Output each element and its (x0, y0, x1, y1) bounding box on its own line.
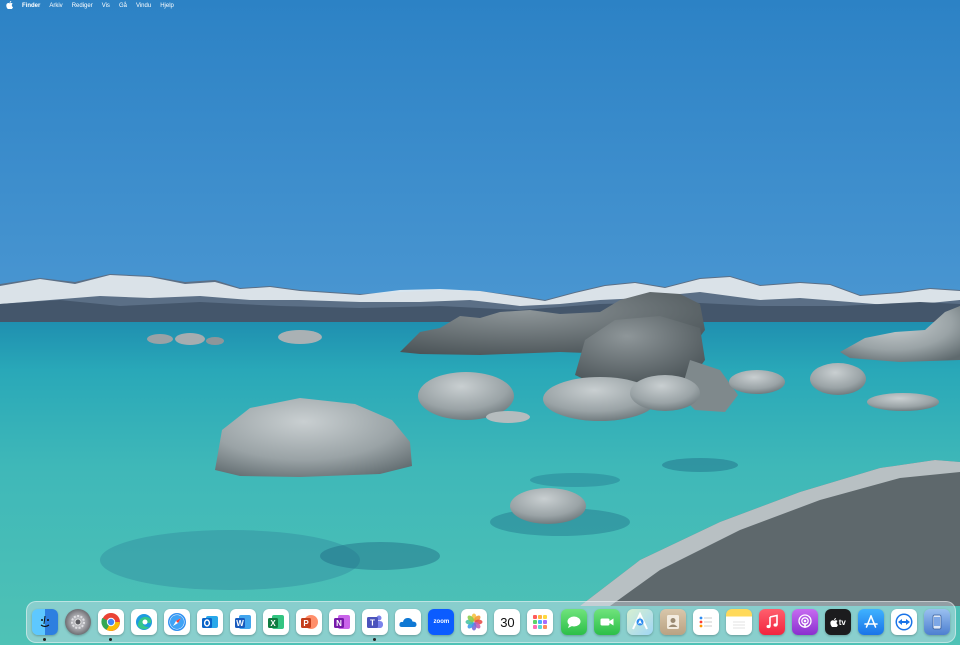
menu-item-vindu[interactable]: Vindu (136, 3, 151, 9)
apple-tv-icon[interactable]: tv (824, 609, 851, 635)
powerpoint-icon[interactable]: P (296, 609, 323, 635)
reminders-icon[interactable] (692, 609, 719, 635)
finder-icon[interactable] (32, 609, 58, 641)
contacts-icon[interactable] (659, 609, 686, 635)
desktop-wallpaper (0, 0, 960, 645)
apple-logo-icon[interactable] (6, 0, 13, 11)
zoom-icon[interactable]: zoom (428, 609, 455, 635)
menu-bar: Finder Arkiv Rediger Vis Gå Vindu Hjelp (0, 0, 960, 11)
teamviewer-icon[interactable] (890, 609, 917, 635)
photos-icon[interactable] (461, 609, 488, 635)
menu-item-vis[interactable]: Vis (102, 3, 110, 9)
teams-icon[interactable]: T (362, 609, 389, 641)
menu-item-ga[interactable]: Gå (119, 3, 127, 9)
podcasts-icon[interactable] (791, 609, 818, 635)
simulator-icon[interactable] (923, 609, 950, 635)
menu-app-name[interactable]: Finder (22, 3, 40, 9)
onedrive-icon[interactable] (395, 609, 422, 635)
chrome-icon[interactable] (98, 609, 125, 641)
dock: W X P N T zoom 30 tv (26, 601, 956, 643)
edge-icon[interactable] (131, 609, 158, 635)
facetime-icon[interactable] (593, 609, 620, 635)
menu-item-rediger[interactable]: Rediger (72, 3, 93, 9)
menu-item-arkiv[interactable]: Arkiv (49, 3, 62, 9)
onenote-icon[interactable]: N (329, 609, 356, 635)
outlook-icon[interactable] (197, 609, 224, 635)
music-icon[interactable] (758, 609, 785, 635)
excel-icon[interactable]: X (263, 609, 290, 635)
app-store-icon[interactable] (857, 609, 884, 635)
svg-text:W: W (236, 619, 244, 628)
maps-icon[interactable] (626, 609, 653, 635)
word-icon[interactable]: W (230, 609, 257, 635)
svg-text:P: P (304, 619, 310, 628)
svg-text:N: N (336, 619, 342, 628)
svg-text:T: T (370, 619, 375, 628)
calendar-icon[interactable]: 30 (494, 609, 521, 635)
launchpad-icon[interactable] (527, 609, 554, 635)
svg-text:X: X (271, 619, 277, 628)
messages-icon[interactable] (560, 609, 587, 635)
notes-icon[interactable] (725, 609, 752, 635)
lake-landscape-wallpaper (0, 0, 960, 645)
system-settings-icon[interactable] (65, 609, 92, 635)
safari-icon[interactable] (164, 609, 191, 635)
menu-item-hjelp[interactable]: Hjelp (160, 3, 174, 9)
